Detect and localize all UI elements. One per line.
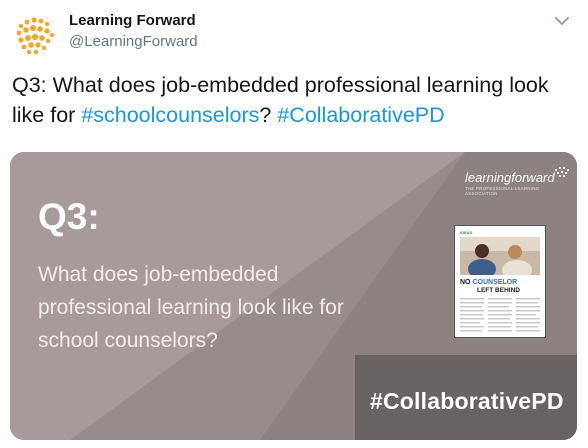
card-question-label: Q3: xyxy=(38,196,100,237)
magazine-kicker: IDEAS xyxy=(460,230,473,235)
logo-tagline: THE PROFESSIONAL LEARNING ASSOCIATION xyxy=(465,186,540,196)
hashtag-link-schoolcounselors[interactable]: #schoolcounselors xyxy=(81,103,259,127)
learning-forward-logo-icon xyxy=(16,17,54,55)
magazine-photo xyxy=(460,237,540,275)
magazine-title-line2: LEFT BEHIND xyxy=(477,287,520,294)
account-handle[interactable]: @LearningForward xyxy=(69,33,198,50)
chevron-down-icon[interactable] xyxy=(552,13,572,29)
tweet-separator: ? xyxy=(259,103,278,127)
account-name[interactable]: Learning Forward xyxy=(69,12,196,29)
card-hashtag: #CollaborativePD xyxy=(370,388,564,414)
media-card[interactable]: Q3: What does job-embedded professional … xyxy=(10,152,577,440)
hashtag-link-collaborativepd[interactable]: #CollaborativePD xyxy=(277,103,444,127)
magazine-text-columns xyxy=(460,298,540,332)
tweet-line-2-prefix: like for xyxy=(12,103,82,127)
logo-dots-icon xyxy=(555,167,569,177)
tweet-text: Q3: What does job-embedded professional … xyxy=(12,70,572,130)
tweet-line-1: Q3: What does job-embedded professional … xyxy=(12,73,549,97)
magazine-cover: IDEAS NO COUNSELOR LEFT BEHIND xyxy=(454,225,546,338)
magazine-title-line1: NO COUNSELOR xyxy=(460,279,518,286)
card-question-text: What does job-embedded professional lear… xyxy=(38,263,344,352)
avatar[interactable] xyxy=(10,10,60,60)
